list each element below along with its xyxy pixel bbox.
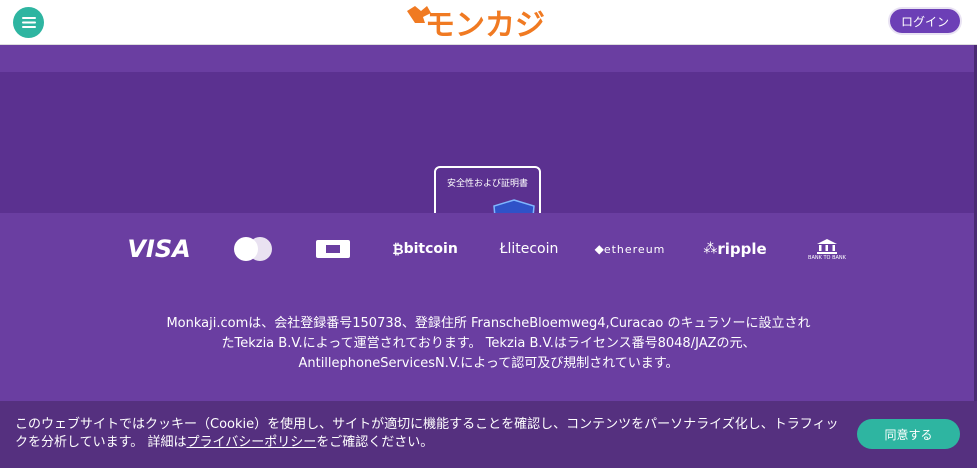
ethereum-label: ethereum [603,242,666,256]
top-spacer [0,45,977,72]
ripple-icon: ⁂ ripple [703,240,767,258]
visa-icon: VISA [125,233,193,265]
payments-section: VISA ₿ bitcoin Ł litecoin ◆ ethereum ⁂ r… [0,213,977,403]
visa-label: VISA [127,235,191,263]
top-bar: モンカジ ログイン [0,0,977,45]
legal-line-2: たTekzia B.V.によって運営されております。 Tekzia B.V.はラ… [221,336,756,351]
ripple-label: ripple [717,240,767,258]
bitcoin-icon: ₿ bitcoin [392,241,458,258]
site-logo[interactable]: モンカジ [405,3,555,43]
cookie-message: このウェブサイトではクッキー（Cookie）を使用し、サイトが適切に機能すること… [15,416,845,452]
card-icon [316,233,350,265]
cookie-text-after: をご確認ください。 [316,435,434,450]
litecoin-label: litecoin [507,241,559,257]
bank-label: BANK TO BANK [808,254,846,261]
svg-text:モンカジ: モンカジ [425,8,545,41]
security-section: 安全性および証明書 XCM [0,72,977,262]
security-badge-label: 安全性および証明書 [446,179,528,189]
privacy-policy-link[interactable]: プライバシーポリシー [186,435,316,450]
legal-line-3: AntillephoneServicesN.V.によって認可及び規制されています… [298,356,679,371]
legal-line-1: Monkaji.comは、会社登録番号150738、登録住所 FranscheB… [166,316,811,331]
ethereum-icon: ◆ ethereum [594,242,666,256]
cookie-banner: このウェブサイトではクッキー（Cookie）を使用し、サイトが適切に機能すること… [0,401,977,468]
menu-button[interactable] [13,7,44,38]
login-button[interactable]: ログイン [890,9,960,33]
bitcoin-label: bitcoin [403,241,458,257]
legal-text: Monkaji.comは、会社登録番号150738、登録住所 FranscheB… [100,314,877,374]
hamburger-icon [21,13,36,32]
mastercard-icon [233,233,273,265]
litecoin-icon: Ł litecoin [499,241,559,257]
agree-button[interactable]: 同意する [857,419,960,449]
bank-icon: BANK TO BANK [803,233,851,265]
